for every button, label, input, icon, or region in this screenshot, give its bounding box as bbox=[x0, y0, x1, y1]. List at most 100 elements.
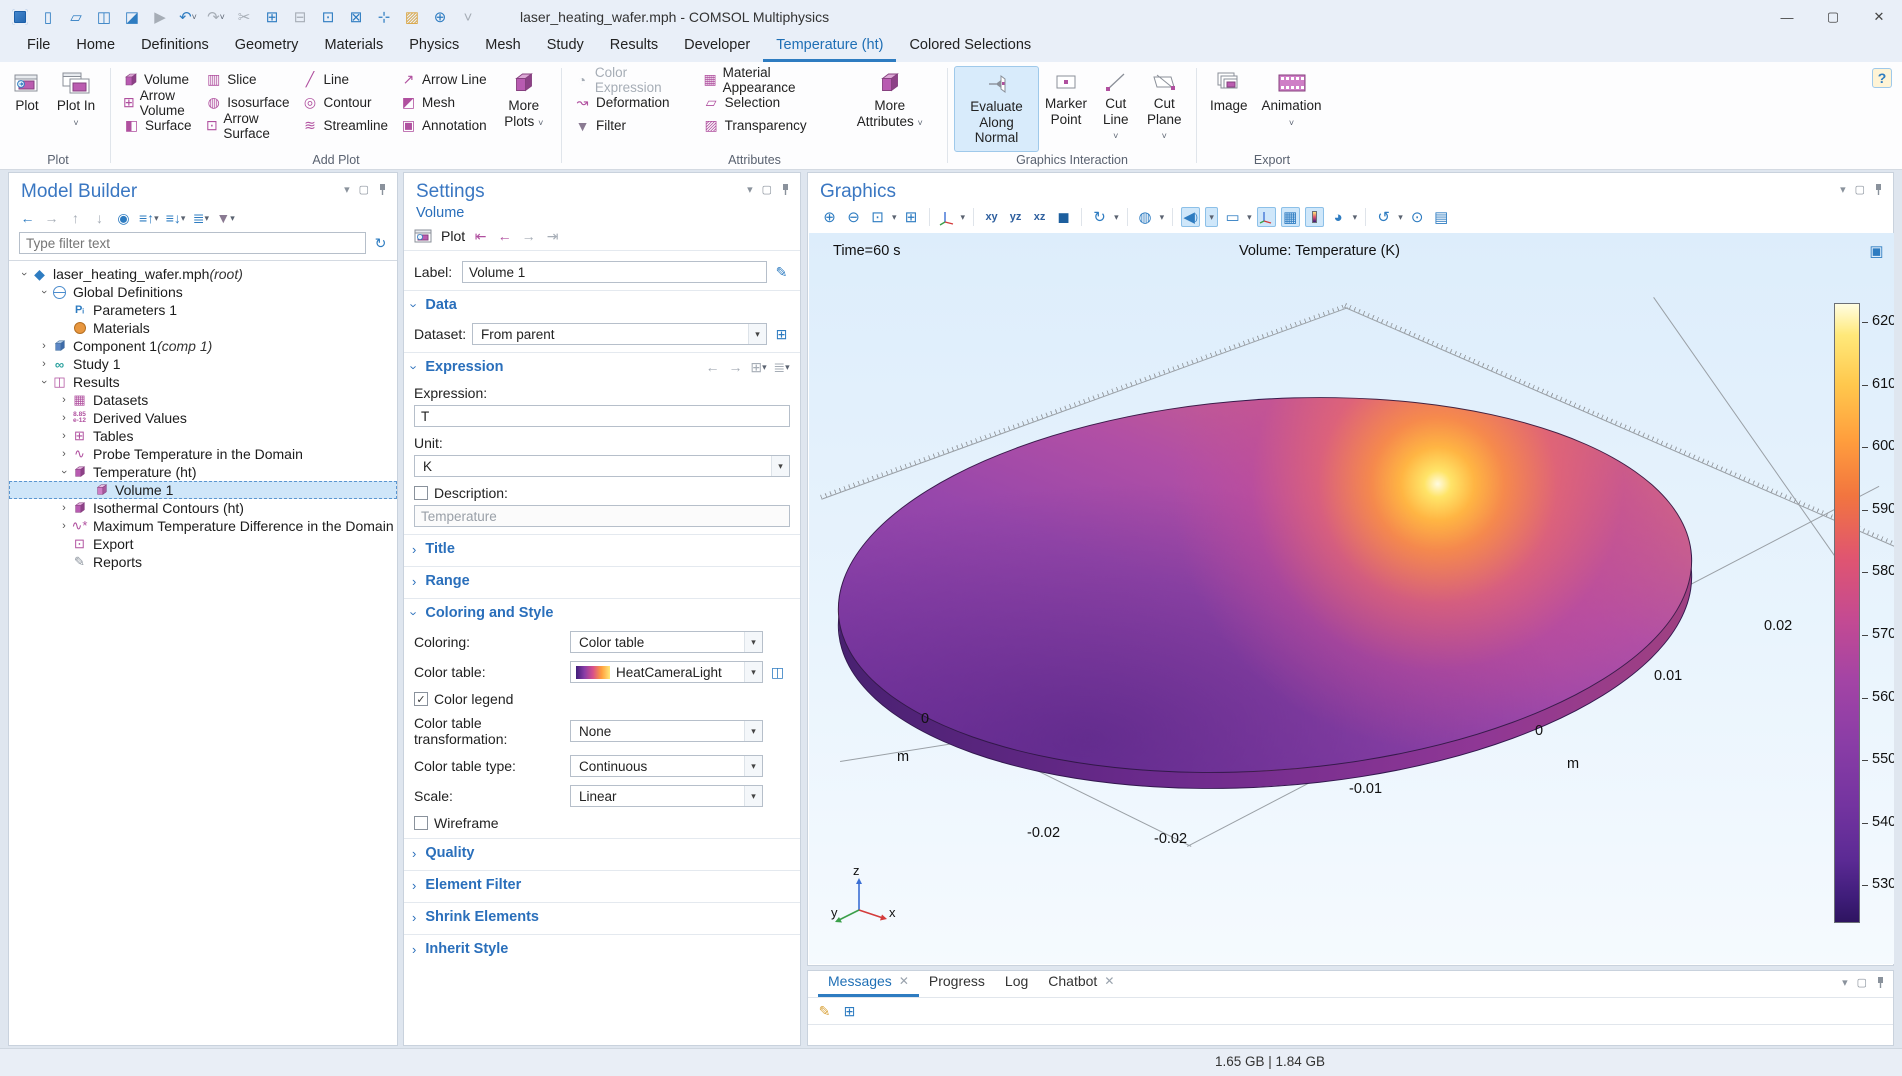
close-icon[interactable]: ✕ bbox=[899, 974, 909, 988]
tree-filter-input[interactable] bbox=[19, 232, 366, 254]
annotation-button[interactable]: ▣ Annotation bbox=[394, 114, 493, 137]
tree-item-volume-1[interactable]: Volume 1 bbox=[9, 481, 397, 499]
first-solution-icon[interactable]: ⇤ bbox=[472, 227, 489, 245]
tab-geometry[interactable]: Geometry bbox=[222, 33, 312, 62]
material-appearance-button[interactable]: ▦ Material Appearance bbox=[697, 68, 839, 91]
duplicate-icon[interactable]: ⊡ bbox=[316, 5, 340, 29]
show-axis-orientation-icon[interactable] bbox=[1257, 207, 1276, 227]
unit-select[interactable]: K▾ bbox=[414, 455, 790, 477]
collapse-icon[interactable]: › bbox=[18, 267, 30, 281]
section-inherit-style[interactable]: › Inherit Style bbox=[404, 934, 800, 963]
tab-log[interactable]: Log bbox=[995, 969, 1038, 997]
camera-projection-icon[interactable]: ◼ bbox=[1054, 207, 1073, 227]
tree-item-datasets[interactable]: › ▦ Datasets bbox=[9, 391, 397, 409]
tab-file[interactable]: File bbox=[14, 33, 63, 62]
collapse-all-icon[interactable]: ≡↓▾ bbox=[166, 209, 186, 227]
selection-button[interactable]: ▱ Selection bbox=[697, 91, 839, 114]
tab-mesh[interactable]: Mesh bbox=[472, 33, 533, 62]
minimize-button[interactable]: — bbox=[1764, 0, 1810, 34]
section-quality[interactable]: › Quality bbox=[404, 838, 800, 867]
collapse-icon[interactable]: › bbox=[38, 285, 50, 299]
evaluate-along-normal-button[interactable]: Evaluate Along Normal bbox=[954, 66, 1039, 152]
plot-icon[interactable] bbox=[414, 228, 434, 244]
color-table-select[interactable]: HeatCameraLight▾ bbox=[570, 661, 763, 683]
move-down-icon[interactable]: ↓ bbox=[91, 209, 108, 227]
zoom-box-icon[interactable]: ⊡ bbox=[868, 207, 887, 227]
edit-dataset-icon[interactable]: ⊞ bbox=[773, 325, 790, 343]
copy-messages-icon[interactable]: ⊞ bbox=[841, 1002, 858, 1020]
more-plots-button[interactable]: More Plots ˅ bbox=[493, 66, 555, 134]
zoom-out-icon[interactable]: ⊖ bbox=[844, 207, 863, 227]
close-button[interactable]: ✕ bbox=[1856, 0, 1902, 34]
arrow-surface-button[interactable]: ⊡ Arrow Surface bbox=[199, 114, 295, 137]
tab-results[interactable]: Results bbox=[597, 33, 671, 62]
insert-expression-icon[interactable]: ⊞▾ bbox=[750, 358, 767, 376]
section-range[interactable]: › Range bbox=[404, 566, 800, 595]
panel-menu-icon[interactable]: ▾ bbox=[344, 183, 350, 196]
mesh-button[interactable]: ◩ Mesh bbox=[394, 91, 493, 114]
streamline-button[interactable]: ≋ Streamline bbox=[296, 114, 395, 137]
copy-icon[interactable]: ⊞ bbox=[260, 5, 284, 29]
highlight-region-icon[interactable]: ▨ bbox=[400, 5, 424, 29]
redo-icon[interactable]: ↷˅ bbox=[204, 5, 228, 29]
expand-icon[interactable]: › bbox=[57, 520, 71, 532]
arrow-volume-button[interactable]: ⊞ Arrow Volume bbox=[117, 91, 199, 114]
expression-input[interactable] bbox=[414, 405, 790, 427]
collapse-icon[interactable]: › bbox=[38, 375, 50, 389]
next-expression-icon[interactable]: → bbox=[727, 358, 744, 376]
chevron-down-icon[interactable]: ▾ bbox=[892, 212, 897, 223]
float-panel-icon[interactable]: ▢ bbox=[359, 183, 369, 196]
help-icon[interactable]: ? bbox=[1872, 68, 1892, 88]
arrow-line-button[interactable]: ↗ Arrow Line bbox=[394, 68, 493, 91]
rotate-view-icon[interactable]: ↻ bbox=[1090, 207, 1109, 227]
chevron-down-icon[interactable]: ▾ bbox=[1114, 212, 1119, 223]
tab-chatbot[interactable]: Chatbot✕ bbox=[1038, 969, 1124, 997]
expand-icon[interactable]: › bbox=[57, 502, 71, 514]
color-table-transformation-select[interactable]: None▾ bbox=[570, 720, 763, 742]
print-icon[interactable]: ▤ bbox=[1432, 207, 1451, 227]
tab-progress[interactable]: Progress bbox=[919, 969, 995, 997]
tree-item-isothermal-contours[interactable]: › Isothermal Contours (ht) bbox=[9, 499, 397, 517]
settings-plot-button[interactable]: Plot bbox=[441, 228, 465, 244]
expand-icon[interactable]: › bbox=[57, 430, 71, 442]
new-file-icon[interactable]: ▯ bbox=[36, 5, 60, 29]
expand-icon[interactable]: › bbox=[57, 448, 71, 460]
tree-item-max-temp-difference[interactable]: › ∿* Maximum Temperature Difference in t… bbox=[9, 517, 397, 535]
save-icon[interactable]: ◫ bbox=[92, 5, 116, 29]
chevron-down-icon[interactable]: ▾ bbox=[1398, 212, 1403, 223]
contour-button[interactable]: ◎ Contour bbox=[296, 91, 395, 114]
paste-icon[interactable]: ⊟ bbox=[288, 5, 312, 29]
scene-settings-icon[interactable]: ◍ bbox=[1136, 207, 1155, 227]
section-title[interactable]: › Title bbox=[404, 534, 800, 563]
tab-physics[interactable]: Physics bbox=[396, 33, 472, 62]
chevron-down-icon[interactable]: ▾ bbox=[961, 212, 966, 223]
refresh-filter-icon[interactable]: ↻ bbox=[372, 234, 389, 252]
section-coloring-and-style[interactable]: › Coloring and Style bbox=[404, 598, 800, 627]
image-button[interactable]: Image bbox=[1203, 66, 1255, 119]
chevron-down-icon[interactable]: ▾ bbox=[1247, 212, 1252, 223]
tree-item-tables[interactable]: › ⊞ Tables bbox=[9, 427, 397, 445]
next-node-icon[interactable]: → bbox=[43, 209, 60, 227]
last-solution-icon[interactable]: ⇥ bbox=[544, 227, 561, 245]
render-options-icon[interactable]: ▭ bbox=[1223, 207, 1242, 227]
model-tree-filter-icon[interactable]: ▼▾ bbox=[216, 209, 234, 227]
transparency-button[interactable]: ▨ Transparency bbox=[697, 114, 839, 137]
previous-expression-icon[interactable]: ← bbox=[704, 358, 721, 376]
section-element-filter[interactable]: › Element Filter bbox=[404, 870, 800, 899]
tree-item-reports[interactable]: ✎ Reports bbox=[9, 553, 397, 571]
play-icon[interactable]: ▶ bbox=[148, 5, 172, 29]
view-xy-icon[interactable]: xy bbox=[982, 207, 1001, 227]
move-up-icon[interactable]: ↑ bbox=[67, 209, 84, 227]
panel-menu-icon[interactable]: ▾ bbox=[1840, 183, 1846, 196]
node-group-icon[interactable]: ≣▾ bbox=[192, 209, 209, 227]
tab-materials[interactable]: Materials bbox=[311, 33, 396, 62]
tree-item-results[interactable]: › ◫ Results bbox=[9, 373, 397, 391]
pin-icon[interactable] bbox=[378, 183, 387, 196]
chevron-down-icon[interactable]: ▾ bbox=[1205, 207, 1218, 227]
cut-plane-button[interactable]: Cut Plane ˅ bbox=[1139, 66, 1190, 148]
pin-icon[interactable] bbox=[781, 183, 790, 196]
line-button[interactable]: ╱ Line bbox=[296, 68, 395, 91]
chevron-down-icon[interactable]: ▾ bbox=[1160, 212, 1165, 223]
pin-icon[interactable] bbox=[1874, 183, 1883, 196]
maximize-button[interactable]: ▢ bbox=[1810, 0, 1856, 34]
